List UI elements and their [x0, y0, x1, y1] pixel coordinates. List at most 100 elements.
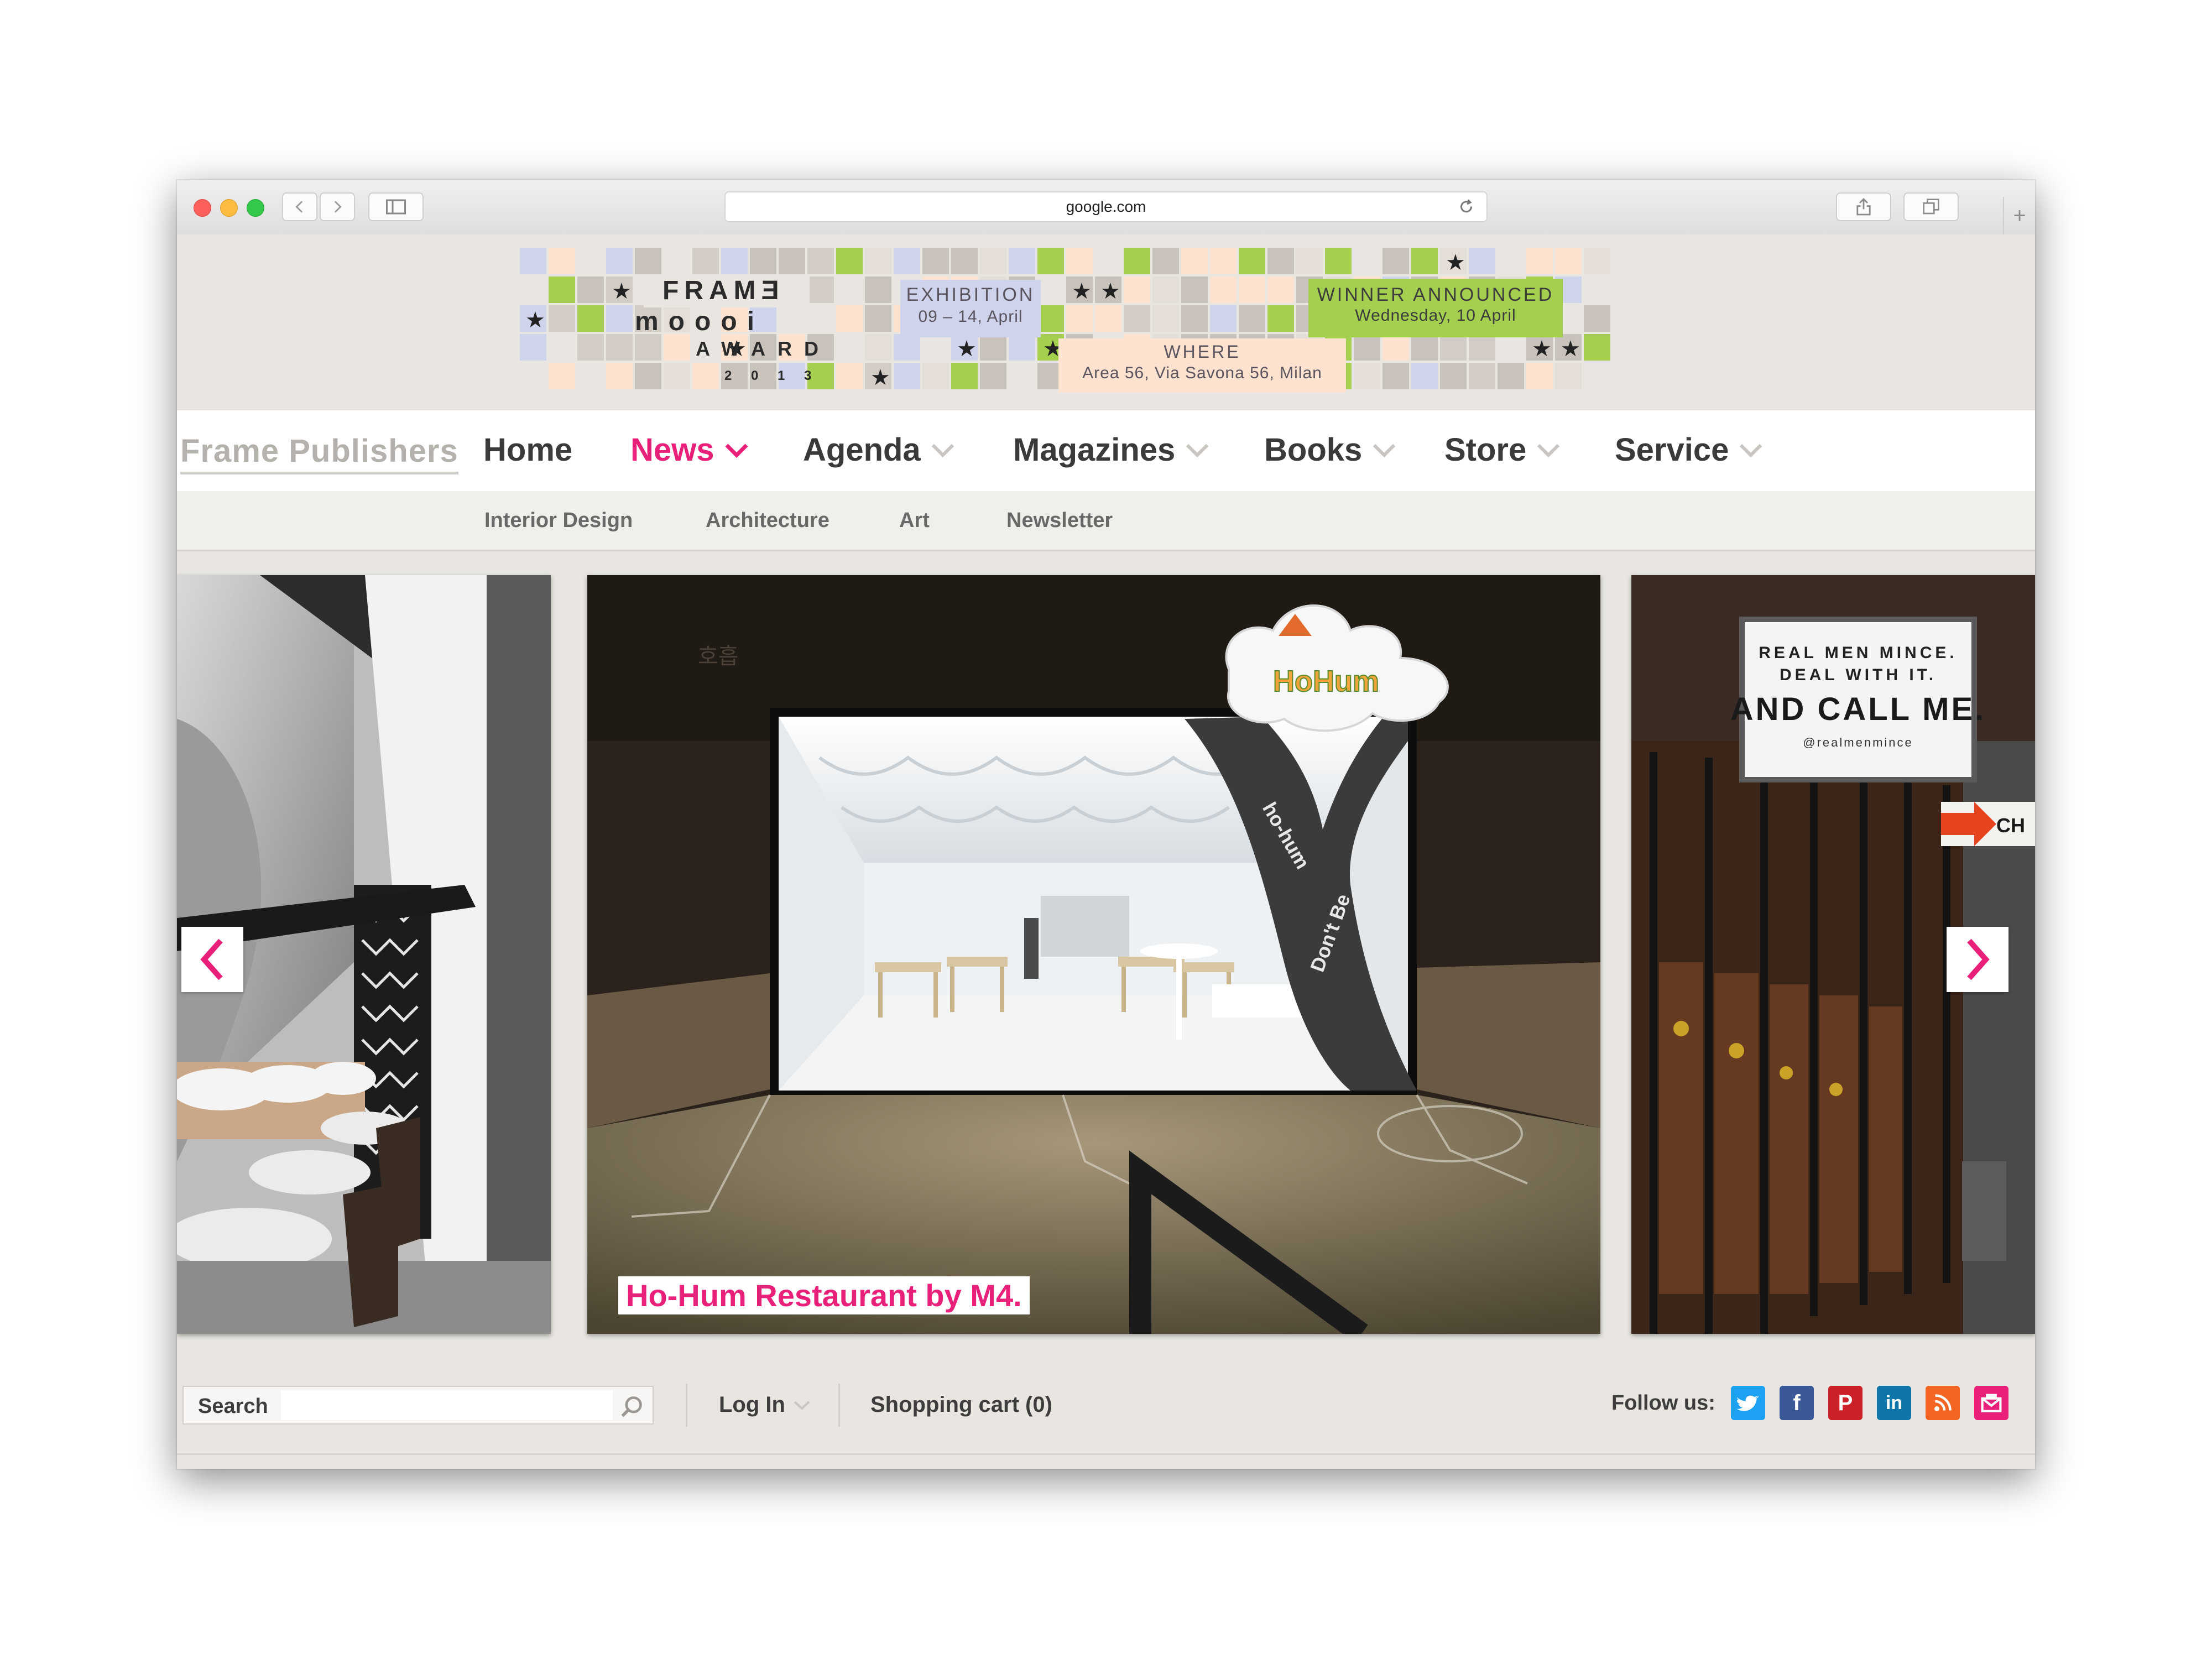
shopping-cart-link[interactable]: Shopping cart (0) [870, 1392, 1052, 1417]
web-page: ★★★★★★★★★★★★★★★★ FRAMƎ moooi AWARD 2 0 1… [177, 234, 2035, 1469]
follow-us-label: Follow us: [1611, 1391, 1715, 1415]
linkedin-icon[interactable]: in [1877, 1386, 1911, 1420]
sign-handle: @realmenmince [1803, 735, 1913, 749]
chevron-left-icon [295, 201, 303, 213]
svg-text:★: ★ [1446, 251, 1465, 275]
subnav-art[interactable]: Art [899, 509, 930, 533]
zoom-window-button[interactable] [247, 199, 264, 217]
search-box: Search [182, 1386, 654, 1425]
sign-line-3: AND CALL ME. [1730, 691, 1986, 727]
tabs-overview-button[interactable] [1903, 192, 1959, 221]
search-input[interactable] [281, 1390, 613, 1420]
banner-award-word: AWARD [696, 337, 831, 360]
nav-item-service[interactable]: Service [1615, 431, 1763, 468]
svg-text:호흡: 호흡 [698, 644, 739, 669]
svg-text:★: ★ [870, 366, 890, 390]
chevron-down-icon [1740, 444, 1762, 457]
back-button[interactable] [282, 192, 317, 221]
share-button[interactable] [1836, 192, 1891, 221]
sign-line-2: DEAL WITH IT. [1780, 666, 1937, 684]
rss-icon[interactable] [1926, 1386, 1960, 1420]
nav-label-home: Home [483, 432, 573, 468]
frame-publishers-logo-link[interactable]: Frame Publishers [180, 432, 458, 474]
slide-current-image[interactable]: Don't Be ho-hum HoHum 호흡 Ho-Hum Restaura… [587, 575, 1600, 1334]
subnav-interior-design[interactable]: Interior Design [484, 509, 633, 533]
svg-text:★: ★ [612, 279, 632, 304]
plus-icon: + [2013, 203, 2026, 228]
nav-item-books[interactable]: Books [1264, 431, 1396, 468]
nav-label-service: Service [1615, 432, 1729, 468]
svg-text:★: ★ [1072, 279, 1092, 304]
url-text: google.com [1066, 198, 1146, 215]
sidebar-toggle-button[interactable] [368, 192, 424, 221]
nav-item-store[interactable]: Store [1444, 431, 1561, 468]
minimize-window-button[interactable] [220, 199, 238, 217]
sign-line-1: REAL MEN MINCE. [1759, 644, 1957, 662]
chevron-down-icon [725, 444, 748, 458]
nav-item-agenda[interactable]: Agenda [803, 431, 955, 468]
pinterest-icon[interactable]: P [1828, 1386, 1863, 1420]
address-bar[interactable]: google.com [724, 191, 1488, 222]
nav-item-magazines[interactable]: Magazines [1013, 431, 1209, 468]
winner-date: Wednesday, 10 April [1355, 306, 1516, 325]
banner-year: 2 0 1 3 [724, 368, 820, 383]
search-icon[interactable] [619, 1395, 644, 1419]
browser-toolbar: google.com + [177, 180, 2035, 236]
subnav-newsletter[interactable]: Newsletter [1006, 509, 1113, 533]
chevron-down-icon [1373, 444, 1396, 457]
chevron-down-icon [1186, 444, 1209, 457]
login-dropdown[interactable]: Log In [719, 1392, 811, 1417]
banner-frame-word: FRAMƎ [662, 276, 785, 305]
footer-divider [177, 1453, 2035, 1455]
nav-item-news[interactable]: News [630, 431, 749, 468]
nav-label-agenda: Agenda [803, 432, 921, 468]
svg-text:★: ★ [957, 337, 977, 361]
divider [686, 1384, 687, 1427]
ho-hum-logo-text: HoHum [1273, 665, 1379, 698]
chevron-right-icon [334, 201, 342, 213]
winner-announced-title: WINNER ANNOUNCED [1317, 284, 1554, 305]
partial-sign: CH [1996, 814, 2025, 837]
svg-text:★: ★ [1532, 337, 1552, 361]
ho-hum-restaurant-photo: Don't Be ho-hum HoHum 호흡 [587, 575, 1600, 1334]
nav-label-magazines: Magazines [1013, 432, 1176, 468]
where-address: Area 56, Via Savona 56, Milan [1082, 364, 1322, 382]
divider [838, 1384, 840, 1427]
chevron-left-icon [200, 938, 223, 980]
email-icon[interactable] [1974, 1386, 2008, 1420]
chevron-down-icon [794, 1401, 810, 1410]
chevron-down-icon [931, 444, 954, 457]
svg-text:★: ★ [525, 308, 545, 332]
browser-window: google.com + ★★★★★★★★★★★★★★★★ FRAMƎ mooo… [177, 180, 2035, 1469]
close-window-button[interactable] [194, 199, 211, 217]
svg-text:★: ★ [1100, 279, 1120, 304]
forward-button[interactable] [320, 192, 355, 221]
exhibition-dates: 09 – 14, April [918, 307, 1023, 326]
nav-label-news: News [630, 432, 714, 468]
reload-icon[interactable] [1459, 199, 1475, 216]
slider-previous-button[interactable] [181, 927, 243, 992]
nav-item-home[interactable]: Home [483, 431, 572, 468]
nav-label-books: Books [1264, 432, 1363, 468]
slide-caption[interactable]: Ho-Hum Restaurant by M4. [618, 1276, 1030, 1314]
tabs-icon [1923, 199, 1939, 215]
search-label: Search [198, 1395, 268, 1418]
frame-moooi-award-banner[interactable]: ★★★★★★★★★★★★★★★★ FRAMƎ moooi AWARD 2 0 1… [520, 248, 1620, 393]
nav-label-store: Store [1444, 432, 1527, 468]
banner-moooi-word: moooi [635, 307, 764, 336]
where-title: WHERE [1164, 342, 1241, 362]
subnav-architecture[interactable]: Architecture [706, 509, 830, 533]
news-subnavigation: Interior Design Architecture Art Newslet… [177, 491, 2035, 551]
new-tab-button[interactable]: + [2003, 197, 2035, 234]
share-icon [1856, 198, 1871, 216]
main-navigation: Frame Publishers Home News Agenda Magazi… [177, 410, 2035, 493]
svg-text:★: ★ [1561, 337, 1580, 361]
exhibition-title: EXHIBITION [906, 284, 1035, 305]
twitter-icon[interactable] [1731, 1386, 1765, 1420]
login-label: Log In [719, 1392, 785, 1417]
chevron-right-icon [1967, 938, 1990, 980]
utility-bar: Search Log In Shopping cart (0) Follow u… [177, 1375, 2035, 1441]
slider-next-button[interactable] [1947, 927, 2008, 992]
sidebar-icon [386, 199, 406, 215]
facebook-icon[interactable]: f [1780, 1386, 1814, 1420]
